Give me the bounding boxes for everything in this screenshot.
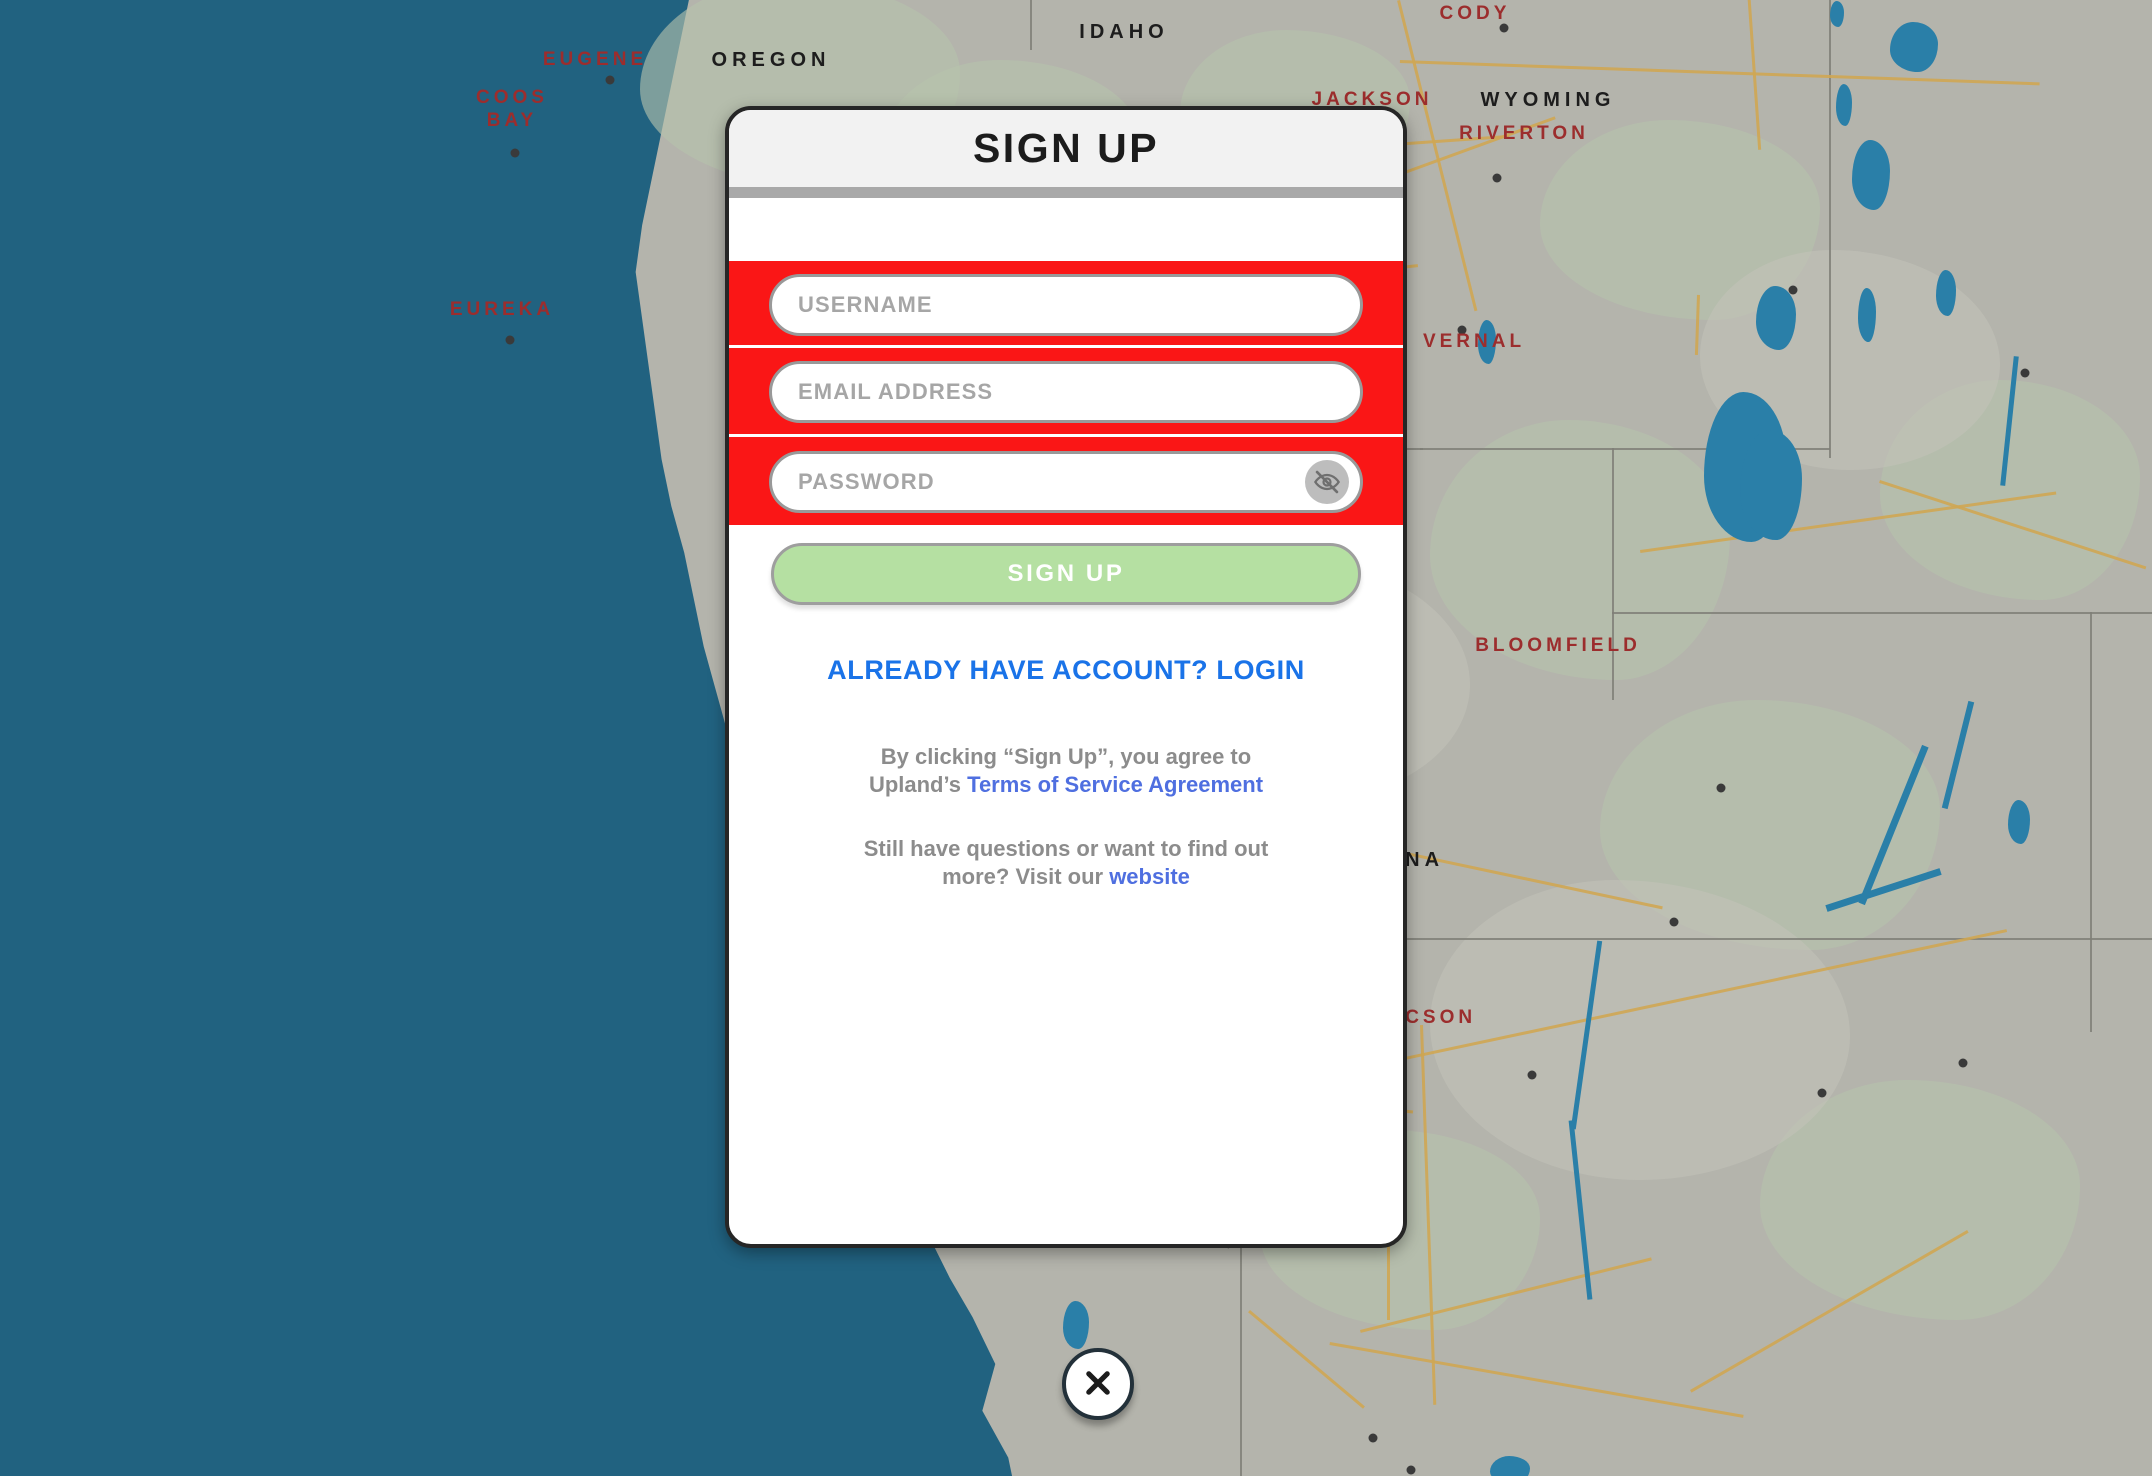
eye-off-icon[interactable]	[1305, 460, 1349, 504]
map-label-eugene: EUGENE	[542, 49, 648, 70]
map-label-coos-bay: COOS BAY	[476, 87, 548, 132]
map-city-dot	[1527, 1070, 1537, 1080]
website-help-text: Still have questions or want to find out…	[841, 835, 1291, 891]
map-city-dot	[1457, 325, 1467, 335]
password-input[interactable]	[769, 451, 1363, 513]
map-lake	[1478, 320, 1496, 364]
modal-body: SIGN UP ALREADY HAVE ACCOUNT? LOGIN By c…	[729, 198, 1403, 1233]
website-prefix-text: Still have questions or want to find out…	[863, 836, 1269, 890]
password-field-wrapper	[729, 451, 1403, 513]
map-city-dot	[1817, 1088, 1827, 1098]
map-city-dot	[1788, 285, 1798, 295]
map-lake	[1756, 286, 1796, 350]
map-label-eureka: EUREKA	[449, 299, 555, 320]
map-city-dot	[510, 148, 520, 158]
modal-title: SIGN UP	[972, 125, 1160, 171]
close-modal-button[interactable]	[1062, 1348, 1134, 1420]
map-city-dot	[505, 335, 515, 345]
website-link[interactable]: website	[1109, 864, 1190, 889]
map-country-border	[1240, 1230, 1242, 1476]
email-field-wrapper	[729, 361, 1403, 423]
map-city-dot	[2020, 368, 2030, 378]
signup-screen: EUGENE CODY JACKSON RIVERTON COOS BAY TW…	[0, 0, 2152, 1476]
map-lake	[1890, 22, 1938, 72]
map-state-border	[1829, 0, 1831, 458]
map-city-dot	[1716, 783, 1726, 793]
map-state-border	[2090, 612, 2092, 1032]
map-lake	[1740, 430, 1802, 540]
map-lake	[1490, 1456, 1530, 1476]
login-link[interactable]: ALREADY HAVE ACCOUNT? LOGIN	[729, 655, 1403, 686]
map-city-dot	[1669, 917, 1679, 927]
map-city-dot	[1406, 1465, 1416, 1475]
username-field-wrapper	[729, 274, 1403, 336]
map-state-border	[1030, 0, 1032, 50]
terms-of-service-link[interactable]: Terms of Service Agreement	[967, 772, 1263, 797]
map-lake	[1830, 1, 1844, 27]
map-lake	[2008, 800, 2030, 844]
modal-header: SIGN UP	[729, 110, 1403, 198]
map-state-border	[1400, 938, 2152, 940]
close-x-icon	[1081, 1366, 1115, 1403]
map-lake	[1063, 1301, 1089, 1349]
map-lake	[1836, 84, 1852, 126]
map-city-dot	[605, 75, 615, 85]
map-city-dot	[1492, 173, 1502, 183]
map-lake	[1858, 288, 1876, 342]
username-input[interactable]	[769, 274, 1363, 336]
map-city-dot	[1958, 1058, 1968, 1068]
signup-submit-button[interactable]: SIGN UP	[771, 543, 1361, 605]
map-city-dot	[1499, 23, 1509, 33]
map-lake	[1852, 140, 1890, 210]
signup-modal: SIGN UP USERNAME EMAIL ADDRESS PASSWORD …	[725, 106, 1407, 1248]
map-state-border	[1612, 612, 2152, 614]
email-input[interactable]	[769, 361, 1363, 423]
map-lake	[1936, 270, 1956, 316]
map-state-border	[1612, 448, 1614, 700]
terms-agreement-text: By clicking “Sign Up”, you agree to Upla…	[841, 743, 1291, 799]
map-city-dot	[1368, 1433, 1378, 1443]
